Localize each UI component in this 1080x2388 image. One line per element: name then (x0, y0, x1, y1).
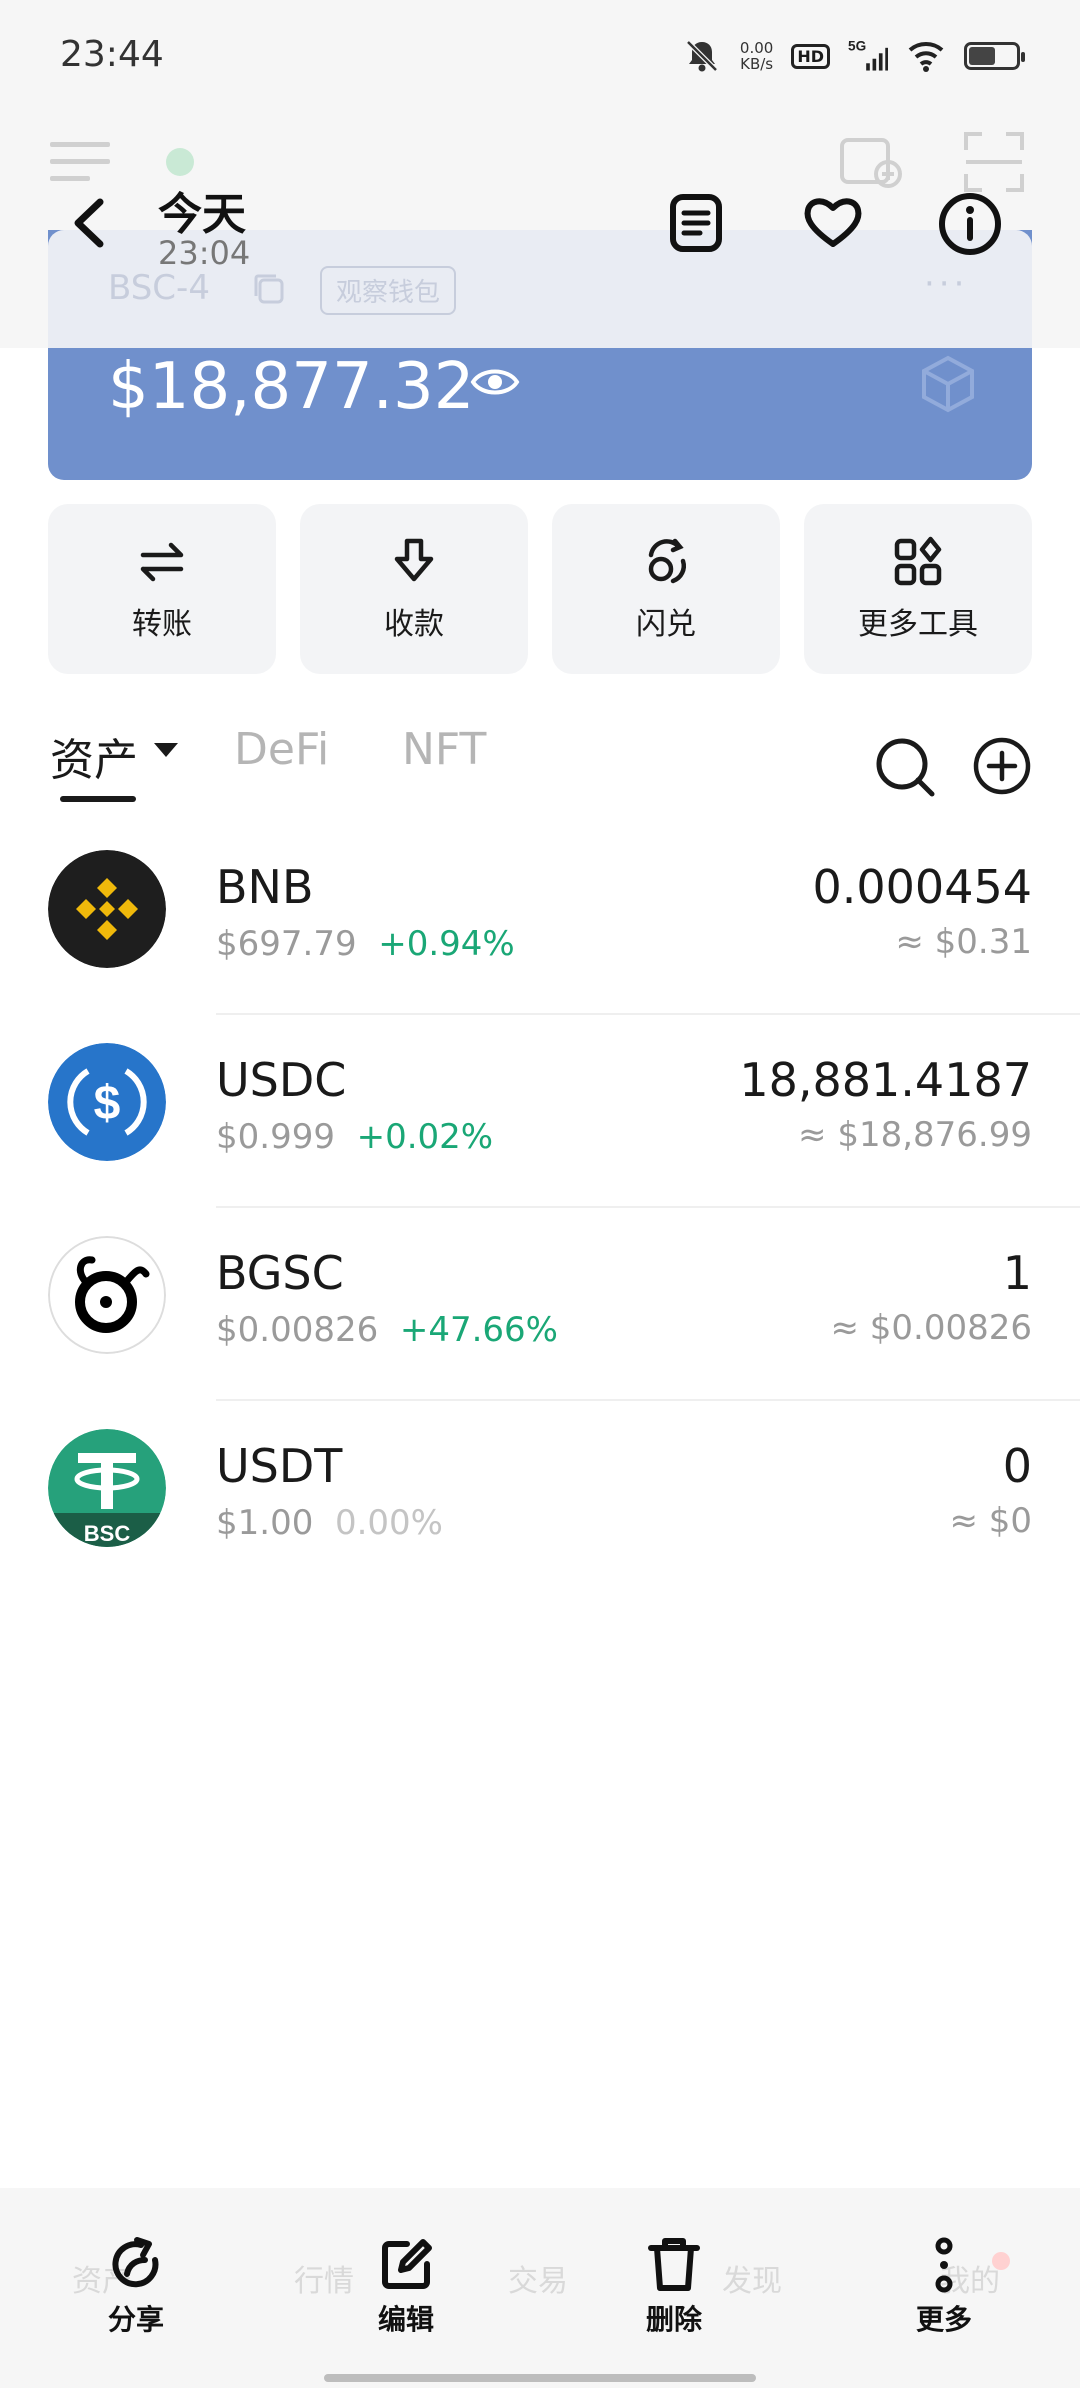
swap-icon (648, 538, 686, 584)
token-amount: 18,881.4187 (739, 1053, 1032, 1107)
swap-button[interactable]: 闪兑 (552, 504, 780, 674)
usdc-logo-icon: $ (48, 1043, 166, 1161)
token-value: ≈ $18,876.99 (798, 1115, 1032, 1155)
heart-icon[interactable] (802, 194, 864, 250)
receive-button[interactable]: 收款 (300, 504, 528, 674)
more-tools-label: 更多工具 (858, 607, 978, 642)
token-row-bgsc[interactable]: BGSC $0.00826 +47.66% 1 ≈ $0.00826 (0, 1208, 1080, 1401)
caret-down-icon[interactable] (152, 740, 180, 760)
wifi-icon (908, 42, 944, 72)
status-icons: 0.00 KB/s HD 5G (682, 36, 1025, 76)
trash-icon (648, 2238, 700, 2291)
overlay-time: 23:04 (158, 234, 251, 272)
bgsc-logo-icon (48, 1236, 166, 1354)
receive-label: 收款 (384, 607, 444, 642)
info-icon[interactable] (938, 192, 1002, 256)
watch-wallet-badge: 观察钱包 (320, 266, 457, 315)
wallet-name: BSC-4 (108, 268, 210, 308)
edit-icon (382, 2239, 432, 2289)
bsc-tag: BSC (84, 1521, 131, 1546)
network-status-dot (166, 148, 194, 176)
network-label: 5G (848, 39, 866, 54)
tab-nft[interactable]: NFT (402, 724, 486, 775)
eye-icon[interactable] (470, 362, 520, 402)
transfer-button[interactable]: 转账 (48, 504, 276, 674)
token-value: ≈ $0.00826 (830, 1308, 1032, 1348)
token-amount: 1 (1002, 1246, 1032, 1300)
battery-icon (964, 42, 1025, 70)
token-price: $697.79 +0.94% (216, 924, 515, 964)
token-price: $0.00826 +47.66% (216, 1310, 558, 1350)
transfer-label: 转账 (132, 607, 192, 642)
chain-cube-icon (922, 355, 974, 413)
token-change: +0.94% (378, 924, 515, 964)
share-button[interactable]: 分享 (76, 2236, 196, 2338)
token-symbol: USDC (216, 1053, 347, 1107)
search-icon[interactable] (874, 736, 936, 798)
token-row-bnb[interactable]: BNB $697.79 +0.94% 0.000454 ≈ $0.31 (0, 822, 1080, 1015)
delete-button[interactable]: 删除 (614, 2236, 734, 2338)
tab-defi[interactable]: DeFi (234, 724, 329, 775)
home-indicator[interactable] (324, 2374, 756, 2382)
token-change: +0.02% (356, 1117, 494, 1157)
overlay-title: 今天 (158, 189, 246, 240)
token-value: ≈ $0 (949, 1501, 1032, 1541)
svg-text:$: $ (94, 1077, 121, 1130)
battery-level (969, 47, 995, 65)
token-change: +47.66% (399, 1310, 558, 1350)
token-symbol: BGSC (216, 1246, 344, 1300)
net-speed: 0.00 KB/s (739, 39, 774, 73)
token-amount: 0.000454 (812, 860, 1033, 914)
hd-badge: HD (791, 43, 830, 69)
edit-button[interactable]: 编辑 (346, 2236, 466, 2338)
note-icon[interactable] (668, 192, 724, 254)
delete-label: 删除 (645, 2303, 702, 2336)
transfer-icon (140, 542, 184, 582)
add-wallet-icon (840, 138, 902, 188)
ghost-nav-trade: 交易 (508, 2264, 568, 2299)
tools-grid-icon (894, 536, 942, 586)
bnb-logo-icon (48, 850, 166, 968)
signal-icon: 5G (848, 39, 888, 71)
copy-icon[interactable] (252, 272, 286, 306)
status-time: 23:44 (60, 34, 164, 75)
wallet-more-button[interactable]: ··· (924, 264, 968, 304)
mute-bell-icon (686, 40, 718, 72)
token-symbol: BNB (216, 860, 314, 914)
more-button[interactable]: 更多 (884, 2236, 1004, 2338)
ghost-nav-market: 行情 (294, 2264, 354, 2299)
more-label: 更多 (915, 2303, 972, 2336)
more-vertical-icon (935, 2237, 953, 2293)
tab-assets[interactable]: 资产 (50, 724, 138, 788)
token-amount: 0 (1002, 1439, 1032, 1493)
swap-label: 闪兑 (636, 607, 696, 642)
back-icon[interactable] (68, 196, 108, 250)
token-symbol: USDT (216, 1439, 343, 1493)
active-tab-indicator (60, 796, 136, 802)
notification-dot (992, 2252, 1010, 2270)
token-row-usdt[interactable]: BSC USDT $1.00 0.00% 0 ≈ $0 (0, 1401, 1080, 1594)
token-price: $0.999 +0.02% (216, 1117, 494, 1157)
usdt-logo-icon: BSC (48, 1429, 166, 1547)
scan-icon (964, 132, 1024, 192)
token-price: $1.00 0.00% (216, 1503, 443, 1543)
share-label: 分享 (107, 2303, 164, 2336)
token-change: 0.00% (334, 1503, 443, 1543)
token-value: ≈ $0.31 (895, 922, 1032, 962)
edit-label: 编辑 (377, 2303, 434, 2336)
total-balance: $18,877.32 (108, 350, 475, 424)
add-token-icon[interactable] (972, 736, 1032, 796)
menu-icon (50, 142, 110, 181)
share-icon (112, 2237, 159, 2288)
more-tools-button[interactable]: 更多工具 (804, 504, 1032, 674)
token-row-usdc[interactable]: $ USDC $0.999 +0.02% 18,881.4187 ≈ $18,8… (0, 1015, 1080, 1208)
receive-icon (394, 538, 434, 582)
